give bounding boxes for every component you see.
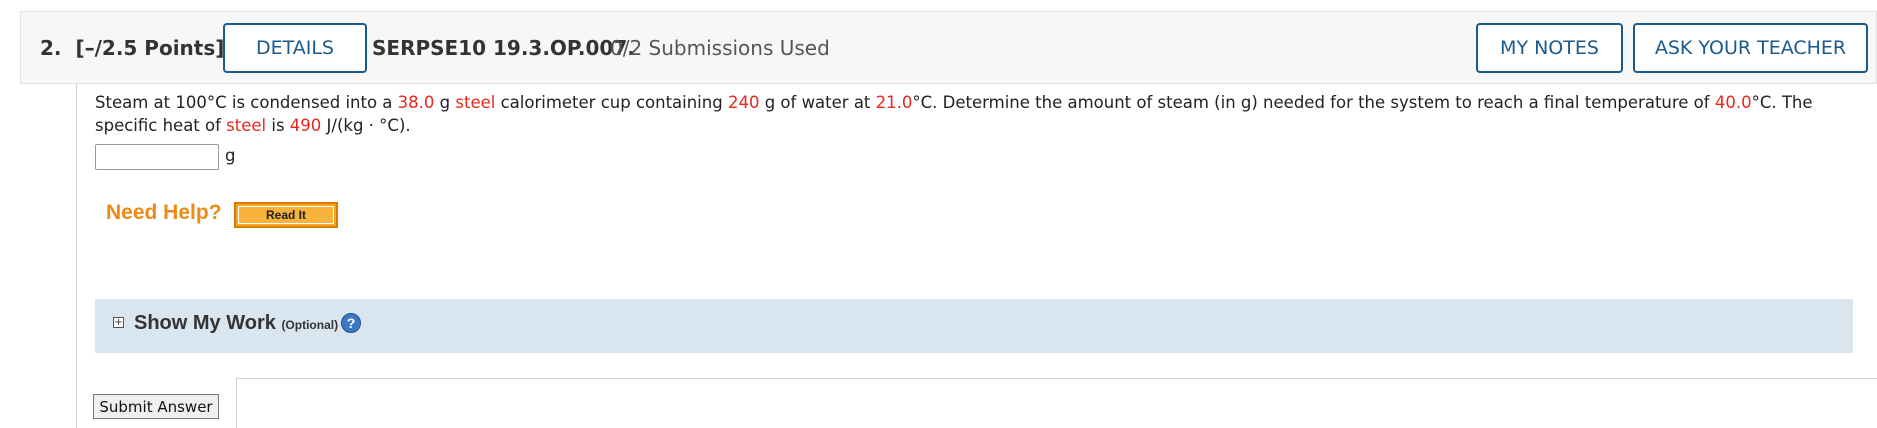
question-text-part: Steam at 100°C is condensed into a [95, 93, 398, 112]
read-it-label: Read It [238, 206, 334, 224]
water-mass-value: 240 [727, 93, 760, 112]
submissions-used: 0/2 Submissions Used [610, 36, 830, 60]
help-icon[interactable]: ? [341, 313, 361, 333]
submit-answer-button[interactable]: Submit Answer [93, 394, 219, 419]
initial-temperature-value: 21.0 [875, 93, 913, 112]
show-my-work-panel[interactable]: + Show My Work (Optional) ? [95, 299, 1853, 353]
question-text-part: calorimeter cup containing [495, 93, 728, 112]
material-name: steel [226, 116, 267, 135]
points-label: [–/2.5 Points] [75, 36, 225, 60]
answer-unit: g [225, 146, 236, 165]
specific-heat-value: 490 [289, 116, 322, 135]
problem-code: SERPSE10 19.3.OP.007. [372, 36, 635, 60]
material-name: steel [455, 93, 496, 112]
final-temperature-value: 40.0 [1714, 93, 1752, 112]
question-text: Steam at 100°C is condensed into a 38.0 … [95, 91, 1855, 137]
expand-icon[interactable]: + [113, 317, 124, 328]
divider [236, 378, 237, 428]
details-button[interactable]: DETAILS [223, 23, 367, 73]
answer-input[interactable] [95, 144, 219, 170]
question-text-part: g of water at [759, 93, 876, 112]
need-help-label: Need Help? [106, 201, 222, 224]
question-number: 2. [40, 36, 62, 60]
optional-label: (Optional) [281, 318, 339, 332]
my-notes-button[interactable]: MY NOTES [1476, 23, 1623, 73]
question-number-points: 2. [–/2.5 Points] [40, 36, 224, 60]
question-text-part: g [434, 93, 456, 112]
show-my-work-title[interactable]: Show My Work (Optional) [134, 312, 338, 335]
ask-your-teacher-button[interactable]: ASK YOUR TEACHER [1633, 23, 1868, 73]
read-it-button[interactable]: Read It [234, 202, 338, 228]
cup-mass-value: 38.0 [397, 93, 435, 112]
question-header: 2. [–/2.5 Points] DETAILS SERPSE10 19.3.… [20, 11, 1877, 84]
content-left-border [76, 84, 77, 428]
show-my-work-label: Show My Work [134, 312, 276, 334]
question-text-part: is [266, 116, 290, 135]
question-text-part: J/(kg · °C). [321, 116, 411, 135]
question-text-part: °C. Determine the amount of steam (in g)… [912, 93, 1715, 112]
divider [236, 378, 1877, 379]
